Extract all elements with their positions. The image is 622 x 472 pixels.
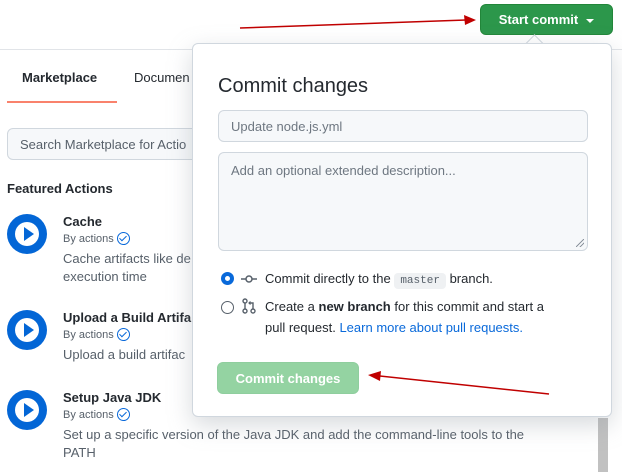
popover-title: Commit changes — [218, 75, 369, 97]
play-icon — [7, 390, 47, 430]
option-direct-suffix: branch. — [449, 271, 493, 286]
commit-summary-input[interactable]: Update node.js.yml — [218, 110, 588, 142]
tab-active-underline — [7, 101, 117, 103]
commit-changes-popover: Commit changes Update node.js.yml Add an… — [192, 43, 612, 417]
pull-request-icon — [242, 298, 256, 314]
scrollbar-thumb[interactable] — [598, 418, 608, 472]
action-author-text: By actions — [63, 408, 114, 421]
radio-new-branch[interactable] — [221, 301, 234, 314]
action-description: Set up a specific version of the Java JD… — [63, 427, 525, 460]
git-commit-icon — [241, 275, 257, 283]
learn-more-link[interactable]: Learn more about pull requests. — [339, 320, 523, 335]
commit-changes-button[interactable]: Commit changes — [217, 362, 359, 394]
play-icon — [7, 214, 47, 254]
option-new-prefix: Create a — [265, 299, 315, 314]
marketplace-search-input[interactable]: Search Marketplace for Actio — [7, 128, 207, 160]
action-author: By actions — [63, 232, 130, 245]
annotation-arrowhead-top — [464, 15, 476, 25]
caret-down-icon — [586, 18, 595, 23]
action-author: By actions — [63, 408, 130, 421]
action-title[interactable]: Cache — [63, 214, 102, 229]
start-commit-label: Start commit — [498, 12, 579, 27]
action-author-text: By actions — [63, 232, 114, 245]
tab-marketplace[interactable]: Marketplace — [22, 70, 97, 85]
option-commit-directly-text[interactable]: Commit directly to the master branch. — [265, 268, 493, 292]
verified-icon — [116, 408, 130, 421]
start-commit-button[interactable]: Start commit — [480, 4, 613, 35]
option-new-bold: new branch — [318, 299, 391, 314]
commit-description-textarea[interactable]: Add an optional extended description... — [218, 152, 588, 251]
action-title[interactable]: Setup Java JDK — [63, 390, 161, 405]
radio-commit-directly[interactable] — [221, 272, 234, 285]
option-new-branch-text[interactable]: Create a new branch for this commit and … — [265, 296, 595, 338]
option-new-line2: pull request. — [265, 320, 336, 335]
description-placeholder: Add an optional extended description... — [231, 163, 456, 178]
action-author: By actions — [63, 328, 130, 341]
action-author-text: By actions — [63, 328, 114, 341]
play-icon — [7, 310, 47, 350]
resize-handle-icon[interactable] — [576, 239, 584, 247]
verified-icon — [116, 232, 130, 245]
action-title[interactable]: Upload a Build Artifa — [63, 310, 191, 325]
tab-documentation[interactable]: Documen — [134, 70, 190, 85]
annotation-arrow-top — [239, 19, 467, 29]
featured-actions-heading: Featured Actions — [7, 181, 113, 196]
option-direct-prefix: Commit directly to the — [265, 271, 391, 286]
option-new-suffix: for this commit and start a — [394, 299, 544, 314]
verified-icon — [116, 328, 130, 341]
branch-name-badge: master — [394, 273, 446, 289]
